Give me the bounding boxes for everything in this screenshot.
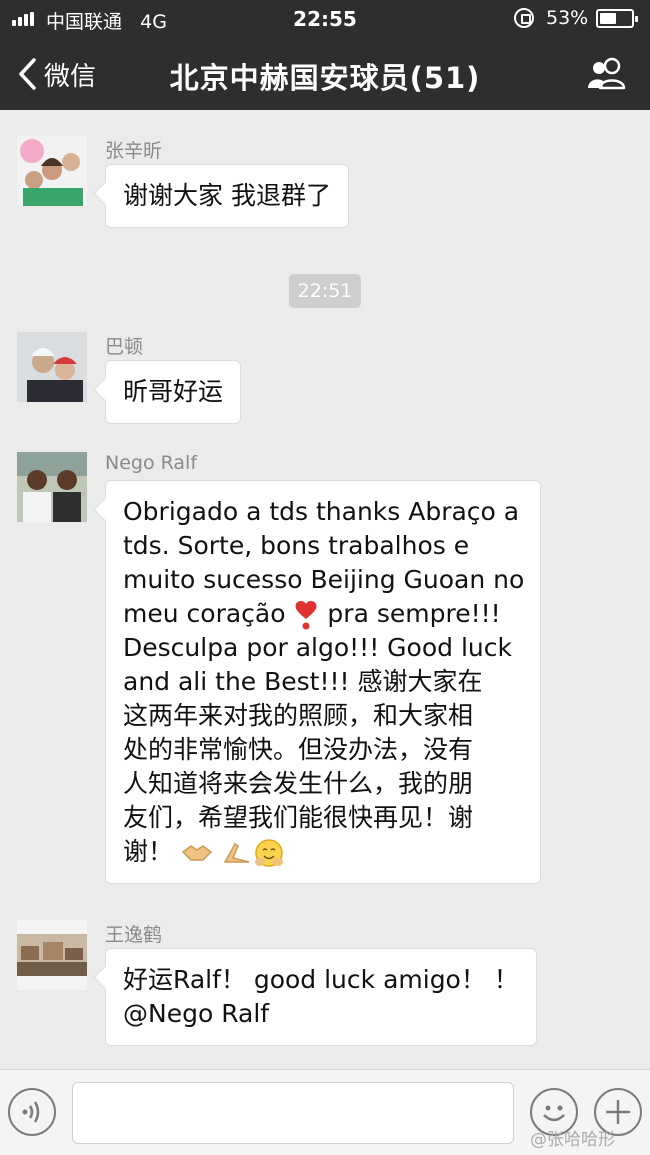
watermark: @张哈哈形 bbox=[530, 1130, 615, 1150]
message-bubble[interactable]: 谢谢大家 我退群了 bbox=[105, 164, 349, 228]
battery-percentage: 53% bbox=[546, 7, 589, 29]
chat-title: 北京中赫国安球员(51) bbox=[169, 61, 481, 95]
sender-name: 巴顿 bbox=[105, 336, 144, 358]
sender-name: 王逸鹤 bbox=[105, 924, 163, 946]
voice-button[interactable] bbox=[8, 1088, 56, 1136]
timestamp: 22:51 bbox=[289, 274, 361, 308]
group-members-button[interactable] bbox=[584, 54, 630, 94]
rotation-lock-icon bbox=[514, 8, 534, 28]
avatar[interactable] bbox=[17, 332, 87, 402]
praying-hands-emoji bbox=[223, 842, 250, 863]
hugging-face-emoji bbox=[254, 839, 283, 867]
sender-name: Nego Ralf bbox=[105, 452, 198, 474]
status-bar: 中国联通 4G 22:55 53% bbox=[0, 0, 650, 38]
avatar[interactable] bbox=[17, 136, 87, 206]
heart-exclamation-emoji bbox=[296, 601, 317, 630]
nav-bar: 微信 北京中赫国安球员(51) bbox=[0, 38, 650, 110]
message-bubble[interactable]: 昕哥好运 bbox=[105, 360, 242, 424]
battery-icon bbox=[596, 9, 638, 28]
handshake-emoji bbox=[181, 845, 213, 861]
message-bubble[interactable]: Obrigado a tds thanks Abraço a tds. Sort… bbox=[105, 480, 541, 884]
back-button[interactable]: 微信 bbox=[16, 54, 96, 94]
sender-name: 张辛昕 bbox=[105, 140, 163, 162]
battery-level bbox=[600, 13, 616, 24]
message-bubble[interactable]: 好运Ralf！ good luck amigo！ ！ @Nego Ralf bbox=[105, 948, 537, 1046]
back-label: 微信 bbox=[44, 61, 97, 92]
voice-icon bbox=[22, 1101, 40, 1123]
avatar[interactable] bbox=[17, 920, 87, 990]
group-icon bbox=[588, 57, 626, 90]
chevron-left-icon bbox=[19, 58, 36, 90]
message-input[interactable] bbox=[72, 1082, 514, 1144]
avatar[interactable] bbox=[17, 452, 87, 522]
